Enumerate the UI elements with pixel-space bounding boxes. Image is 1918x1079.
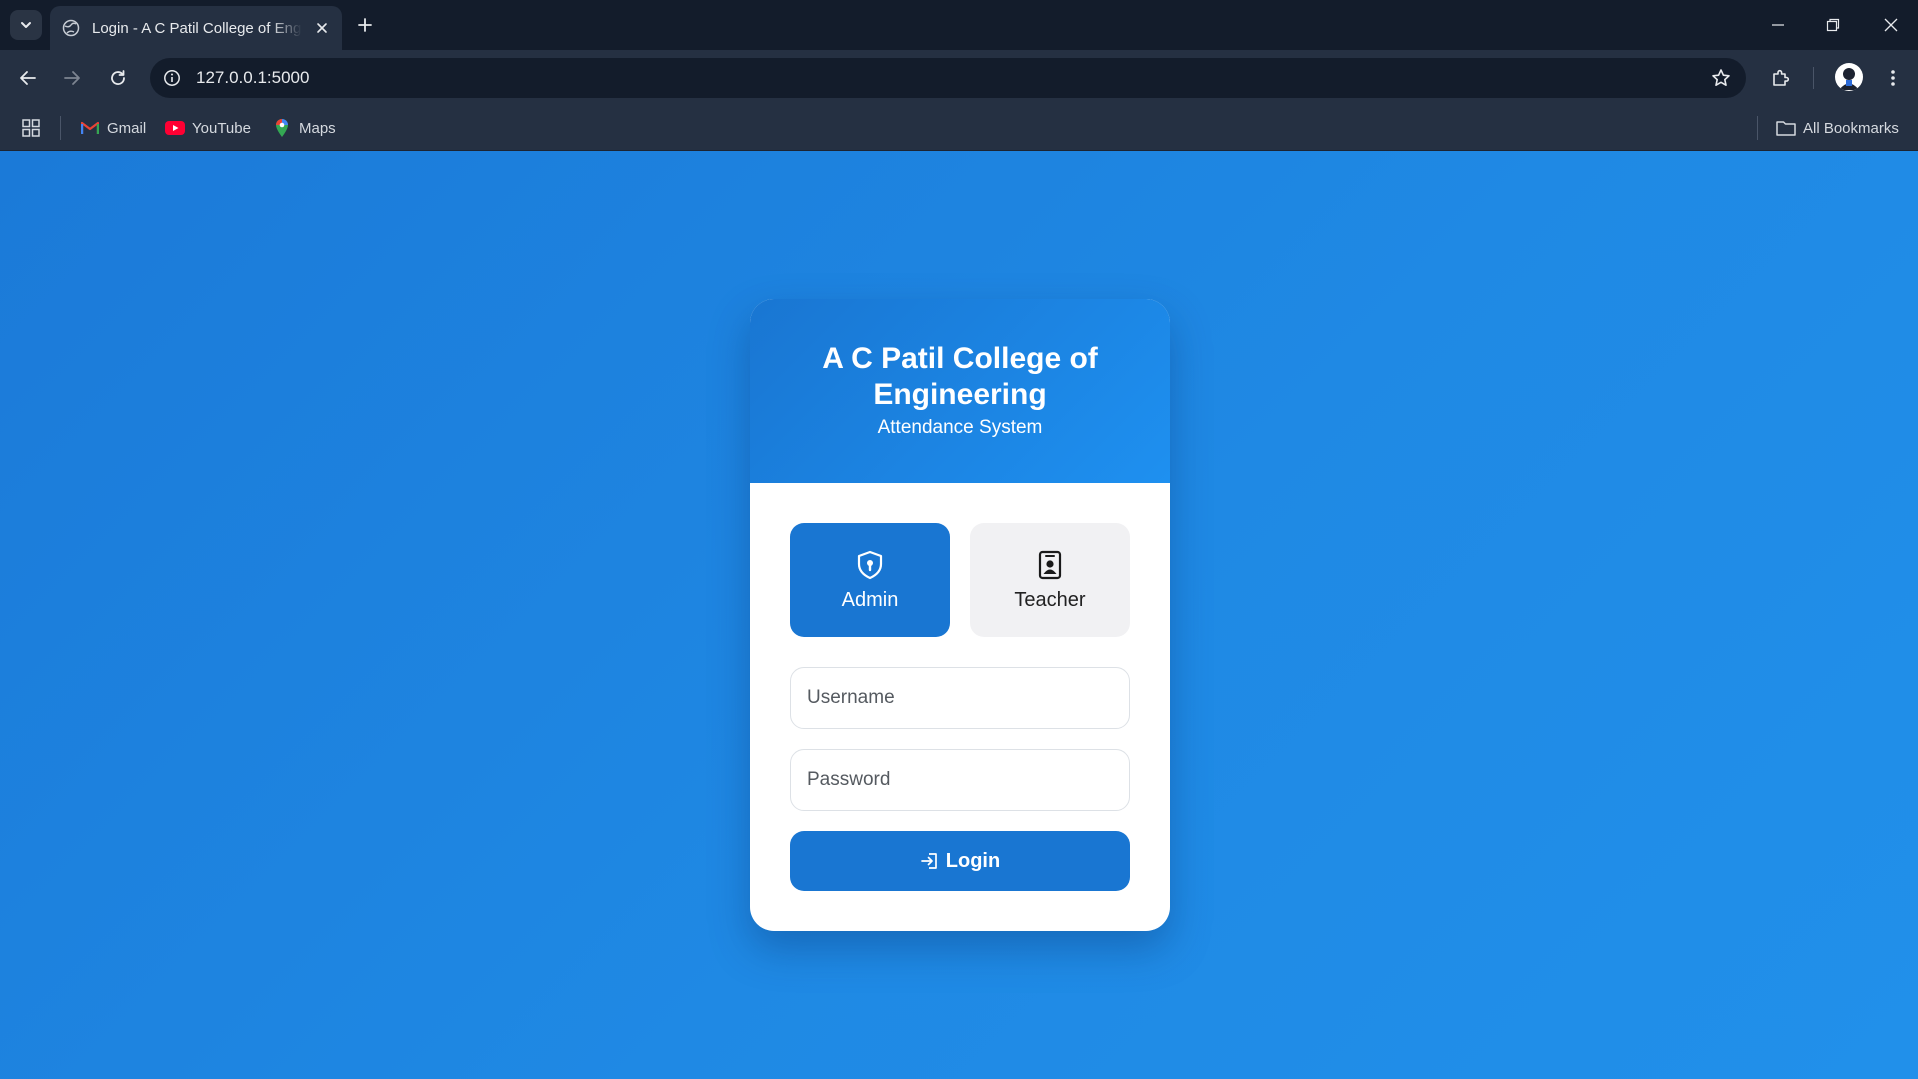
plus-icon <box>358 18 372 32</box>
tab-search-button[interactable] <box>10 10 42 40</box>
back-button[interactable] <box>14 64 42 92</box>
chevron-down-icon <box>21 22 31 28</box>
system-subtitle: Attendance System <box>877 417 1043 438</box>
bookmarks-divider <box>60 116 61 140</box>
extensions-button[interactable] <box>1767 64 1795 92</box>
toolbar-divider <box>1813 67 1814 89</box>
bookmark-label: Maps <box>299 119 336 137</box>
username-input[interactable] <box>791 668 1129 728</box>
more-vertical-icon <box>1891 70 1895 86</box>
globe-icon <box>62 19 80 37</box>
arrow-left-icon <box>20 71 36 85</box>
active-tab[interactable]: Login - A C Patil College of Engineering <box>50 6 342 50</box>
password-input[interactable] <box>791 750 1129 810</box>
password-field-wrapper <box>790 749 1130 811</box>
role-admin-button[interactable]: Admin <box>790 523 950 637</box>
role-label: Admin <box>841 588 899 611</box>
gmail-icon <box>80 118 100 138</box>
role-teacher-button[interactable]: Teacher <box>970 523 1130 637</box>
username-field-wrapper <box>790 667 1130 729</box>
close-window-button[interactable] <box>1871 10 1911 40</box>
bookmark-label: YouTube <box>192 119 251 137</box>
forward-button[interactable] <box>58 64 86 92</box>
bookmark-star-icon[interactable] <box>1710 67 1732 89</box>
bookmark-youtube[interactable]: YouTube <box>165 115 251 141</box>
browser-menu-button[interactable] <box>1879 64 1907 92</box>
login-card: A C Patil College of Engineering Attenda… <box>750 299 1170 931</box>
reload-icon <box>111 70 125 85</box>
puzzle-icon <box>1773 69 1790 86</box>
site-info-icon[interactable] <box>160 66 184 90</box>
bookmark-maps[interactable]: Maps <box>272 115 336 141</box>
login-card-header: A C Patil College of Engineering Attenda… <box>750 299 1170 483</box>
bookmark-label: Gmail <box>107 119 147 137</box>
college-name: A C Patil College of Engineering <box>822 342 1098 411</box>
browser-toolbar: 127.0.0.1:5000 <box>0 50 1918 105</box>
all-bookmarks-label: All Bookmarks <box>1803 119 1899 137</box>
restore-icon <box>1826 18 1840 32</box>
folder-icon <box>1776 118 1796 138</box>
bookmarks-divider <box>1757 116 1758 140</box>
bookmark-gmail[interactable]: Gmail <box>80 115 146 141</box>
shield-icon <box>855 549 885 581</box>
restore-button[interactable] <box>1813 10 1853 40</box>
reload-button[interactable] <box>104 64 132 92</box>
role-selector: Admin Teacher <box>790 523 1130 637</box>
browser-tab-strip: Login - A C Patil College of Engineering <box>0 0 1918 50</box>
sign-in-icon <box>920 851 940 871</box>
page-background: A C Patil College of Engineering Attenda… <box>0 151 1918 1079</box>
login-form: Admin Teacher Login <box>750 483 1170 891</box>
login-button[interactable]: Login <box>790 831 1130 891</box>
youtube-icon <box>165 118 185 138</box>
arrow-right-icon <box>64 71 80 85</box>
login-button-label: Login <box>945 849 1001 872</box>
minimize-icon <box>1772 24 1784 26</box>
maps-icon <box>272 118 292 138</box>
bookmarks-bar: Gmail YouTube Maps All Bookmarks <box>0 105 1918 151</box>
id-badge-icon <box>1035 549 1065 581</box>
url-text[interactable]: 127.0.0.1:5000 <box>196 68 309 88</box>
new-tab-button[interactable] <box>352 12 378 38</box>
address-bar[interactable]: 127.0.0.1:5000 <box>150 58 1746 98</box>
minimize-button[interactable] <box>1758 10 1798 40</box>
close-icon <box>1884 18 1898 32</box>
close-tab-icon[interactable] <box>312 18 332 38</box>
apps-grid-icon[interactable] <box>20 117 42 139</box>
profile-avatar[interactable] <box>1835 63 1863 91</box>
tab-title: Login - A C Patil College of Engineering <box>92 19 302 37</box>
role-label: Teacher <box>1014 588 1086 611</box>
all-bookmarks-button[interactable]: All Bookmarks <box>1776 115 1899 141</box>
